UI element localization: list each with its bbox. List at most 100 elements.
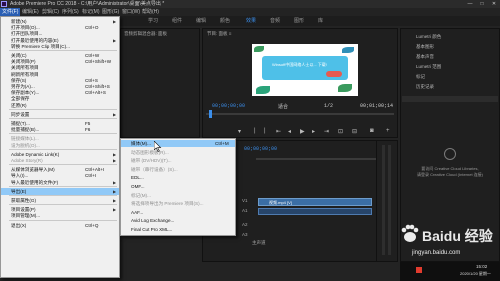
file-menu-item[interactable]: 导出(E) ▶ — [1, 187, 119, 195]
menu-edit[interactable]: 编辑(E) — [22, 8, 39, 16]
program-timecode[interactable]: 00;00;00;00 — [212, 103, 245, 109]
file-menu-item[interactable]: 导入最近使用的文件(F) ▶ — [1, 179, 119, 186]
step-forward-icon[interactable]: ▸ — [312, 128, 315, 135]
watermark-url: jingyan.baidu.com — [412, 250, 461, 256]
extract-icon[interactable]: ⊟ — [352, 128, 357, 135]
menu-sequence[interactable]: 序列(S) — [62, 8, 79, 16]
minimize-button[interactable]: — — [464, 0, 476, 8]
export-menu-item[interactable]: 媒体(M)... Ctrl+M — [121, 140, 235, 147]
file-menu-item[interactable]: 项目管理(M)... — [1, 212, 119, 219]
submenu-arrow-icon: ▶ — [113, 158, 117, 163]
file-menu-item[interactable]: 设为脱机(O)... — [1, 142, 119, 149]
lift-icon[interactable]: ⊡ — [338, 128, 343, 135]
export-menu-item-label: OMF... — [131, 184, 145, 189]
panel-item-lumetri-scopes[interactable]: Lumetri 范围 — [416, 64, 441, 70]
timeline-timecode[interactable]: 00;00;00;00 — [244, 146, 277, 152]
video-clip[interactable]: 视频.mp4 [V] — [258, 198, 372, 206]
audio-clip[interactable] — [258, 208, 372, 215]
leaf-decoration — [338, 84, 352, 92]
step-back-icon[interactable]: ◂ — [288, 128, 291, 135]
export-menu-item[interactable]: AAF... — [121, 209, 235, 216]
menu-help[interactable]: 帮助(H) — [142, 8, 159, 16]
export-menu-item[interactable]: OMF... — [121, 183, 235, 190]
program-scrubber[interactable] — [206, 113, 394, 115]
file-menu-item[interactable]: 退出(X) Ctrl+Q — [1, 222, 119, 229]
windows-taskbar: 15:02 2020/1/20 星期一 — [400, 262, 500, 281]
workspace-assembly[interactable]: 组件 — [172, 16, 182, 26]
file-menu-item-label: 导入最近使用的文件(F) — [11, 179, 59, 185]
file-menu-item[interactable]: 同步设置 ▶ — [1, 111, 119, 118]
add-marker-icon[interactable]: ▾ — [238, 128, 241, 135]
export-menu-item-label: Avid Log Exchange... — [131, 218, 175, 224]
workspace-learn[interactable]: 学习 — [148, 16, 158, 26]
leaf-decoration — [254, 46, 264, 52]
menu-separator — [9, 118, 117, 119]
export-menu-item[interactable]: 将选择项导出为 Premiere 项目(S)... — [121, 200, 235, 207]
video-badge — [326, 71, 342, 77]
go-to-in-icon[interactable]: ⇤ — [276, 128, 281, 135]
export-menu-item[interactable]: Avid Log Exchange... — [121, 217, 235, 224]
file-menu-item[interactable]: 批量捕捉(B)... F6 — [1, 126, 119, 133]
workspace-color[interactable]: 颜色 — [220, 16, 230, 26]
file-menu-item[interactable]: 还原(R) — [1, 102, 119, 109]
app-tray-icon[interactable] — [416, 267, 422, 273]
menu-marker[interactable]: 标记(M) — [82, 8, 100, 16]
workspace-bar: 学习 组件 编辑 颜色 效果 音频 图形 库 — [120, 16, 500, 26]
workspace-graphics[interactable]: 图形 — [294, 16, 304, 26]
playhead-icon[interactable] — [209, 110, 212, 118]
panel-item-history[interactable]: 历史记录 — [416, 84, 434, 90]
video-caption: Winsoft中国网络人士以... 下载! — [272, 62, 327, 67]
submenu-arrow-icon: ▶ — [113, 188, 117, 194]
workspace-audio[interactable]: 音频 — [270, 16, 280, 26]
panel-item-lumetri-color[interactable]: Lumetri 颜色 — [416, 34, 441, 40]
panel-item-markers[interactable]: 标记 — [416, 74, 425, 80]
maximize-button[interactable]: □ — [476, 0, 488, 8]
file-menu-item-label: 同步设置 — [11, 111, 30, 117]
title-bar: Adobe Premiere Pro CC 2018 - C:\用户\Admin… — [0, 0, 500, 8]
panel-item-essential-graphics[interactable]: 基本图形 — [416, 44, 434, 50]
mark-in-icon[interactable]: | — [254, 128, 256, 134]
menu-clip[interactable]: 剪辑(C) — [42, 8, 59, 16]
add-button-icon[interactable]: + — [386, 128, 390, 134]
cc-message-line-2: 请登录 Creative Cloud (Internet 连接) — [416, 172, 484, 177]
track-label-v1: V1 — [242, 198, 248, 203]
export-menu-item[interactable]: 磁带（串行设备）(S)... — [121, 166, 235, 173]
export-menu-item[interactable]: 动态图形模板(R)... — [121, 149, 235, 156]
file-menu-item-label: 项目管理(M)... — [11, 213, 41, 219]
submenu-arrow-icon: ▶ — [113, 198, 117, 203]
workspace-editing[interactable]: 编辑 — [196, 16, 206, 26]
close-button[interactable]: ✕ — [488, 0, 500, 8]
go-to-out-icon[interactable]: ⇥ — [324, 128, 329, 135]
file-menu-item[interactable]: 获取属性(G) ▶ — [1, 197, 119, 204]
workspace-effects[interactable]: 效果 — [246, 16, 256, 26]
export-menu-item[interactable]: 标记(M)... — [121, 192, 235, 199]
export-submenu: 媒体(M)... Ctrl+M 动态图形模板(R)... 磁带 (DV/HDV)(T)… — [120, 138, 236, 236]
menu-graphics[interactable]: 图形(G) — [102, 8, 119, 16]
menu-window[interactable]: 窗口(W) — [122, 8, 140, 16]
mark-out-icon[interactable]: | — [264, 128, 266, 134]
menu-separator — [9, 219, 117, 221]
workspace-libraries[interactable]: 库 — [318, 16, 323, 26]
resolution-dropdown[interactable]: 1/2 — [324, 103, 333, 109]
file-menu-item[interactable]: Adobe Story(R) ▶ — [1, 157, 119, 164]
timeline-ruler[interactable] — [256, 158, 376, 160]
export-menu-item-label: EDL... — [131, 175, 144, 181]
export-menu-item[interactable]: 磁带 (DV/HDV)(T)... — [121, 157, 235, 164]
export-frame-icon[interactable]: ◙ — [370, 128, 374, 134]
file-menu-item-label: 批量捕捉(B)... — [11, 127, 40, 133]
play-icon[interactable]: ▶ — [300, 128, 305, 135]
menu-file[interactable]: 文件(F) — [0, 8, 21, 16]
panel-item-essential-sound[interactable]: 基本声音 — [416, 54, 434, 60]
export-menu-item[interactable]: Final Cut Pro XML... — [121, 226, 235, 233]
library-dropdown[interactable] — [402, 96, 498, 102]
file-menu-item-shortcut: Ctrl+Q — [85, 222, 99, 228]
export-menu-item-label: AAF... — [131, 209, 144, 215]
watermark-brand: Baidu 经验 — [422, 228, 493, 244]
menu-separator — [9, 50, 117, 51]
export-menu-item[interactable]: EDL... — [121, 174, 235, 181]
fit-dropdown[interactable]: 适合 — [278, 103, 288, 110]
menu-bar: 文件(F) 编辑(E) 剪辑(C) 序列(S) 标记(M) 图形(G) 窗口(W… — [0, 8, 500, 16]
file-menu-item[interactable]: 转换 Premiere Clip 项目(C)... — [1, 43, 119, 50]
program-video-frame: Winsoft中国网络人士以... 下载! — [252, 44, 358, 96]
taskbar-time: 15:02 — [476, 264, 488, 269]
